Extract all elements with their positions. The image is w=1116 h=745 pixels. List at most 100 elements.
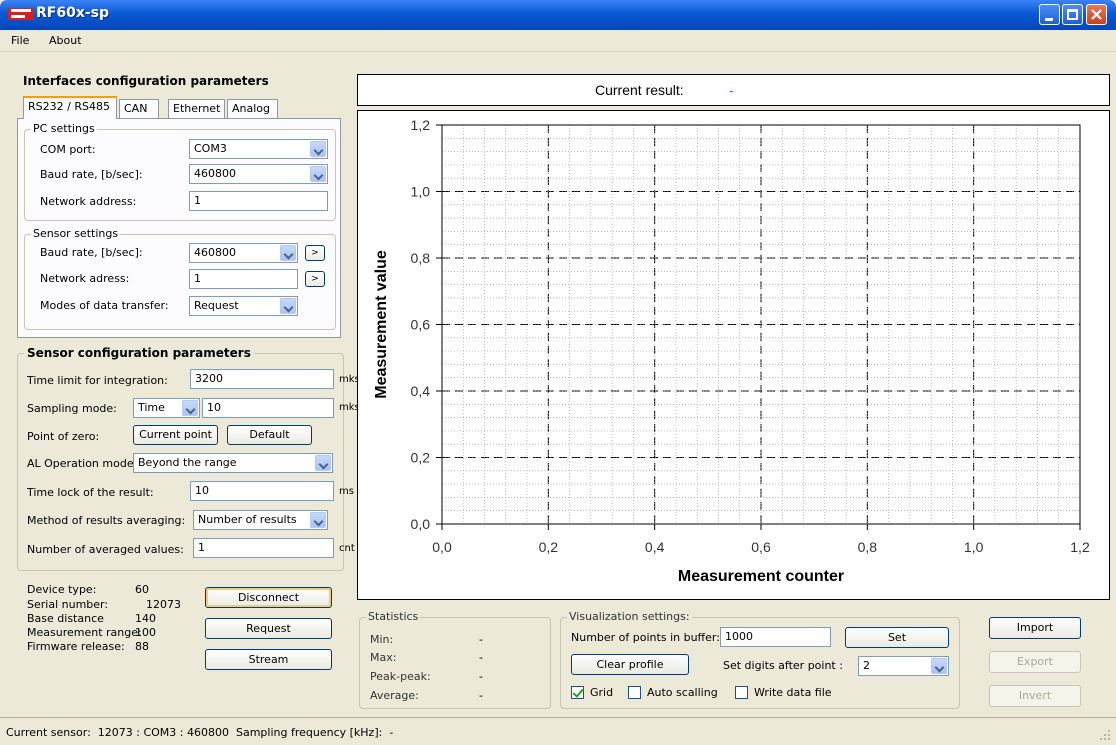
- x-tick-label: 0,2: [539, 539, 559, 555]
- sensor-config-heading: Sensor configuration parameters: [24, 346, 254, 360]
- al-mode-select[interactable]: Beyond the range: [133, 453, 333, 473]
- export-button[interactable]: Export: [989, 651, 1081, 673]
- minimize-button[interactable]: [1039, 4, 1060, 25]
- set-button[interactable]: Set: [845, 627, 949, 648]
- current-result-box: Current result: -: [357, 74, 1110, 106]
- y-tick-label: 0,2: [411, 450, 431, 466]
- pc-net-addr-label: Network address:: [40, 195, 137, 208]
- chevron-down-icon: [280, 298, 296, 314]
- visualization-title: Visualization settings:: [567, 610, 692, 623]
- current-point-button[interactable]: Current point: [133, 425, 218, 445]
- measurement-chart[interactable]: 0,0 0,2 0,4 0,6 0,8 1,0 1,2 0,0 0,2 0,4 0,6 0,8 1,0 1…: [357, 110, 1110, 600]
- x-tick-label: 0,8: [858, 539, 878, 555]
- statistics-title: Statistics: [366, 610, 421, 623]
- app-logo-icon: [8, 8, 34, 20]
- chevron-down-icon: [931, 658, 947, 674]
- import-button[interactable]: Import: [989, 617, 1081, 639]
- menu-file[interactable]: File: [11, 34, 29, 47]
- avg-count-input[interactable]: 1: [193, 538, 334, 558]
- invert-button[interactable]: Invert: [989, 685, 1081, 707]
- avg-count-label: Number of averaged values:: [27, 543, 184, 556]
- apply-sensor-baud-button[interactable]: >: [305, 245, 325, 261]
- sampling-mode-label: Sampling mode:: [27, 402, 117, 415]
- y-tick-label: 1,2: [411, 117, 431, 133]
- stat-min-label: Min:: [370, 633, 394, 646]
- maximize-button[interactable]: [1062, 4, 1083, 25]
- chart-svg: 0,0 0,2 0,4 0,6 0,8 1,0 1,2 0,0 0,2 0,4 0,6 0,8 1,0 1…: [373, 117, 1090, 585]
- tab-ethernet[interactable]: Ethernet: [168, 99, 225, 118]
- sensor-baud-select[interactable]: 460800: [189, 243, 298, 263]
- pc-settings-title: PC settings: [31, 122, 97, 135]
- points-buffer-input[interactable]: 1000: [720, 627, 831, 647]
- time-lock-input[interactable]: 10: [190, 481, 334, 501]
- averaging-method-value: Number of results: [198, 513, 297, 526]
- chevron-down-icon: [310, 166, 326, 182]
- averaging-method-select[interactable]: Number of results: [193, 510, 328, 530]
- transfer-mode-value: Request: [194, 299, 239, 312]
- grid-checkbox[interactable]: [571, 686, 584, 699]
- chevron-down-icon: [182, 400, 198, 416]
- auto-scaling-checkbox[interactable]: [628, 686, 641, 699]
- sensor-net-addr-input[interactable]: 1: [189, 269, 298, 289]
- pc-baud-label: Baud rate, [b/sec]:: [40, 168, 143, 181]
- sampling-value-input[interactable]: 10: [202, 398, 334, 418]
- time-limit-input[interactable]: 3200: [190, 369, 334, 389]
- sensor-baud-value: 460800: [194, 246, 236, 259]
- transfer-mode-label: Modes of data transfer:: [40, 299, 169, 312]
- sampling-mode-select[interactable]: Time: [133, 398, 200, 418]
- x-tick-label: 1,0: [964, 539, 984, 555]
- base-distance-value: 140: [135, 612, 156, 625]
- chevron-down-icon: [310, 512, 326, 528]
- digits-select[interactable]: 2: [858, 656, 949, 676]
- al-mode-label: AL Operation mode:: [27, 457, 138, 470]
- tab-rs232[interactable]: RS232 / RS485: [23, 96, 117, 119]
- disconnect-button[interactable]: Disconnect: [205, 587, 332, 608]
- write-data-file-checkbox[interactable]: [735, 686, 748, 699]
- digits-label: Set digits after point :: [723, 659, 843, 672]
- close-icon: [1091, 9, 1102, 20]
- interfaces-heading: Interfaces configuration parameters: [23, 74, 269, 88]
- time-lock-unit: ms: [339, 486, 354, 497]
- al-mode-value: Beyond the range: [138, 456, 237, 469]
- x-tick-label: 1,2: [1070, 539, 1090, 555]
- firmware-value: 88: [135, 640, 149, 653]
- stream-button[interactable]: Stream: [205, 649, 332, 670]
- tab-analog[interactable]: Analog: [227, 99, 278, 118]
- close-button[interactable]: [1086, 4, 1107, 25]
- chevron-down-icon: [280, 245, 296, 261]
- stat-min-value: -: [479, 633, 483, 646]
- auto-scaling-label: Auto scalling: [647, 686, 718, 699]
- device-type-label: Device type:: [27, 583, 97, 596]
- serial-number-value: 12073: [146, 598, 181, 611]
- measurement-range-value: 100: [135, 626, 156, 639]
- resize-grip-icon[interactable]: [1098, 728, 1112, 742]
- com-port-select[interactable]: COM3: [189, 139, 328, 159]
- com-port-value: COM3: [194, 142, 227, 155]
- default-button[interactable]: Default: [227, 425, 312, 445]
- avg-count-unit: cnt: [339, 543, 355, 554]
- pc-baud-value: 460800: [194, 167, 236, 180]
- request-button[interactable]: Request: [205, 618, 332, 639]
- tab-can[interactable]: CAN: [119, 99, 159, 118]
- x-tick-label: 0,4: [645, 539, 665, 555]
- pc-net-addr-input[interactable]: 1: [189, 191, 328, 211]
- write-data-file-label: Write data file: [754, 686, 832, 699]
- pc-baud-select[interactable]: 460800: [189, 164, 328, 184]
- current-result-label: Current result:: [595, 82, 684, 98]
- stat-max-label: Max:: [370, 651, 397, 664]
- transfer-mode-select[interactable]: Request: [189, 296, 298, 316]
- y-tick-label: 1,0: [411, 184, 431, 200]
- y-axis-label: Measurement value: [373, 250, 390, 399]
- sensor-settings-title: Sensor settings: [31, 227, 121, 240]
- menu-about[interactable]: About: [49, 34, 82, 47]
- clear-profile-button[interactable]: Clear profile: [571, 654, 689, 675]
- time-lock-label: Time lock of the result:: [27, 486, 154, 499]
- points-buffer-label: Number of points in buffer:: [571, 631, 720, 644]
- sampling-mode-value: Time: [138, 401, 165, 414]
- apply-sensor-addr-button[interactable]: >: [305, 271, 325, 287]
- title-bar[interactable]: RF60x-sp: [0, 0, 1116, 30]
- time-limit-label: Time limit for integration:: [27, 374, 168, 387]
- serial-number-label: Serial number:: [27, 598, 109, 611]
- stat-pp-label: Peak-peak:: [370, 670, 431, 683]
- x-tick-label: 0,6: [751, 539, 771, 555]
